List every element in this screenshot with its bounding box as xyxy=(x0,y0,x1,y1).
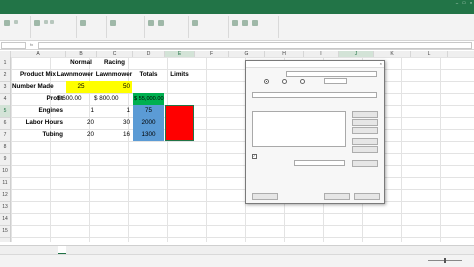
cell-b2[interactable]: Lawnmower xyxy=(55,69,95,81)
status-bar xyxy=(0,254,474,267)
bold-icon[interactable] xyxy=(44,20,48,24)
cell-a5[interactable]: Engines xyxy=(11,105,64,117)
number-group xyxy=(106,16,145,38)
minimize-icon[interactable]: – xyxy=(454,1,460,5)
cell-c1[interactable]: Racing xyxy=(97,57,132,69)
solver-dialog: × xyxy=(245,60,385,204)
cell-c2[interactable]: Lawnmower xyxy=(93,69,135,81)
sheet-tab-active[interactable] xyxy=(58,246,66,254)
min-radio[interactable] xyxy=(282,79,287,84)
cells-group xyxy=(188,16,229,38)
cell-d5[interactable]: 75 xyxy=(133,105,164,117)
selection-outline xyxy=(165,105,194,141)
options-button[interactable] xyxy=(352,160,378,167)
format-table-icon[interactable] xyxy=(158,20,164,26)
cell-c3[interactable]: 50 xyxy=(97,81,130,93)
sheet-tab[interactable] xyxy=(22,246,30,253)
unconstrained-checkbox[interactable] xyxy=(252,154,257,159)
change-button[interactable] xyxy=(352,119,378,126)
cell-b1[interactable]: Normal xyxy=(66,57,96,69)
set-objective-field[interactable] xyxy=(286,71,377,77)
number-format-icon[interactable] xyxy=(110,20,116,26)
value-of-field[interactable] xyxy=(324,78,347,84)
help-button[interactable] xyxy=(252,193,278,200)
styles-group xyxy=(144,16,189,38)
cell-b4[interactable]: $ 600.00 xyxy=(57,93,97,105)
cell-a3[interactable]: Number Made xyxy=(11,81,66,93)
add-button[interactable] xyxy=(352,111,378,118)
align-icon[interactable] xyxy=(80,20,86,26)
editing-group xyxy=(228,16,279,38)
alignment-group xyxy=(76,16,107,38)
cell-d2[interactable]: Totals xyxy=(133,69,164,81)
close-icon[interactable]: × xyxy=(468,1,474,5)
cell-c6[interactable]: 30 xyxy=(97,117,130,129)
cell-b7[interactable]: 20 xyxy=(66,129,94,141)
load-save-button[interactable] xyxy=(352,146,378,153)
fx-icon: fx xyxy=(30,42,34,47)
cell-b5[interactable]: 1 xyxy=(66,105,94,117)
dialog-close-icon[interactable]: × xyxy=(380,61,382,66)
constraints-list[interactable] xyxy=(252,111,346,147)
font-group xyxy=(30,16,77,38)
formula-input[interactable] xyxy=(38,42,472,49)
cell-d7[interactable]: 1300 xyxy=(133,129,164,141)
conditional-format-icon[interactable] xyxy=(148,20,154,26)
zoom-thumb[interactable] xyxy=(444,258,446,263)
name-box[interactable] xyxy=(1,42,26,49)
cell-a4[interactable]: Profit xyxy=(11,93,63,105)
sort-filter-icon[interactable] xyxy=(242,20,248,26)
ribbon xyxy=(0,14,474,41)
find-select-icon[interactable] xyxy=(252,20,258,26)
title-bar: – □ × xyxy=(0,0,474,7)
by-changing-field[interactable] xyxy=(252,92,377,98)
row-header[interactable]: 15 xyxy=(0,225,10,238)
row-headers: 1 2 3 4 5 6 7 8 9 10 11 12 13 14 15 xyxy=(0,57,11,242)
editing-icon[interactable] xyxy=(232,20,238,26)
ribbon-tabs xyxy=(0,7,474,14)
cell-e2[interactable]: Limits xyxy=(165,69,194,81)
cells-icon[interactable] xyxy=(192,20,198,26)
cell-d6[interactable]: 2000 xyxy=(133,117,164,129)
cell-c7[interactable]: 16 xyxy=(97,129,130,141)
clipboard-icon[interactable] xyxy=(4,20,10,26)
cell-c4[interactable]: $ 800.00 xyxy=(94,93,132,105)
formula-bar: fx xyxy=(0,41,474,50)
clipboard-group xyxy=(0,16,31,38)
sheet-tab-bar xyxy=(0,245,474,254)
paste-icon[interactable] xyxy=(14,20,18,24)
cell-a7[interactable]: Tubing xyxy=(11,129,63,141)
cell-b6[interactable]: 20 xyxy=(66,117,94,129)
cell-a6[interactable]: Labor Hours xyxy=(11,117,63,129)
cell-c5[interactable]: 1 xyxy=(97,105,130,117)
delete-button[interactable] xyxy=(352,127,378,134)
cell-d4[interactable]: $ 55,000.00 xyxy=(134,93,164,105)
value-of-radio[interactable] xyxy=(300,79,305,84)
solve-button[interactable] xyxy=(324,193,350,200)
close-button[interactable] xyxy=(354,193,380,200)
cell-b3[interactable]: 25 xyxy=(66,81,96,93)
maximize-icon[interactable]: □ xyxy=(461,1,467,5)
reset-all-button[interactable] xyxy=(352,138,378,145)
font-icon[interactable] xyxy=(34,20,40,26)
solving-method-select[interactable] xyxy=(294,160,345,166)
max-radio[interactable] xyxy=(264,79,269,84)
italic-icon[interactable] xyxy=(50,20,54,24)
dialog-title-bar: × xyxy=(246,61,384,68)
